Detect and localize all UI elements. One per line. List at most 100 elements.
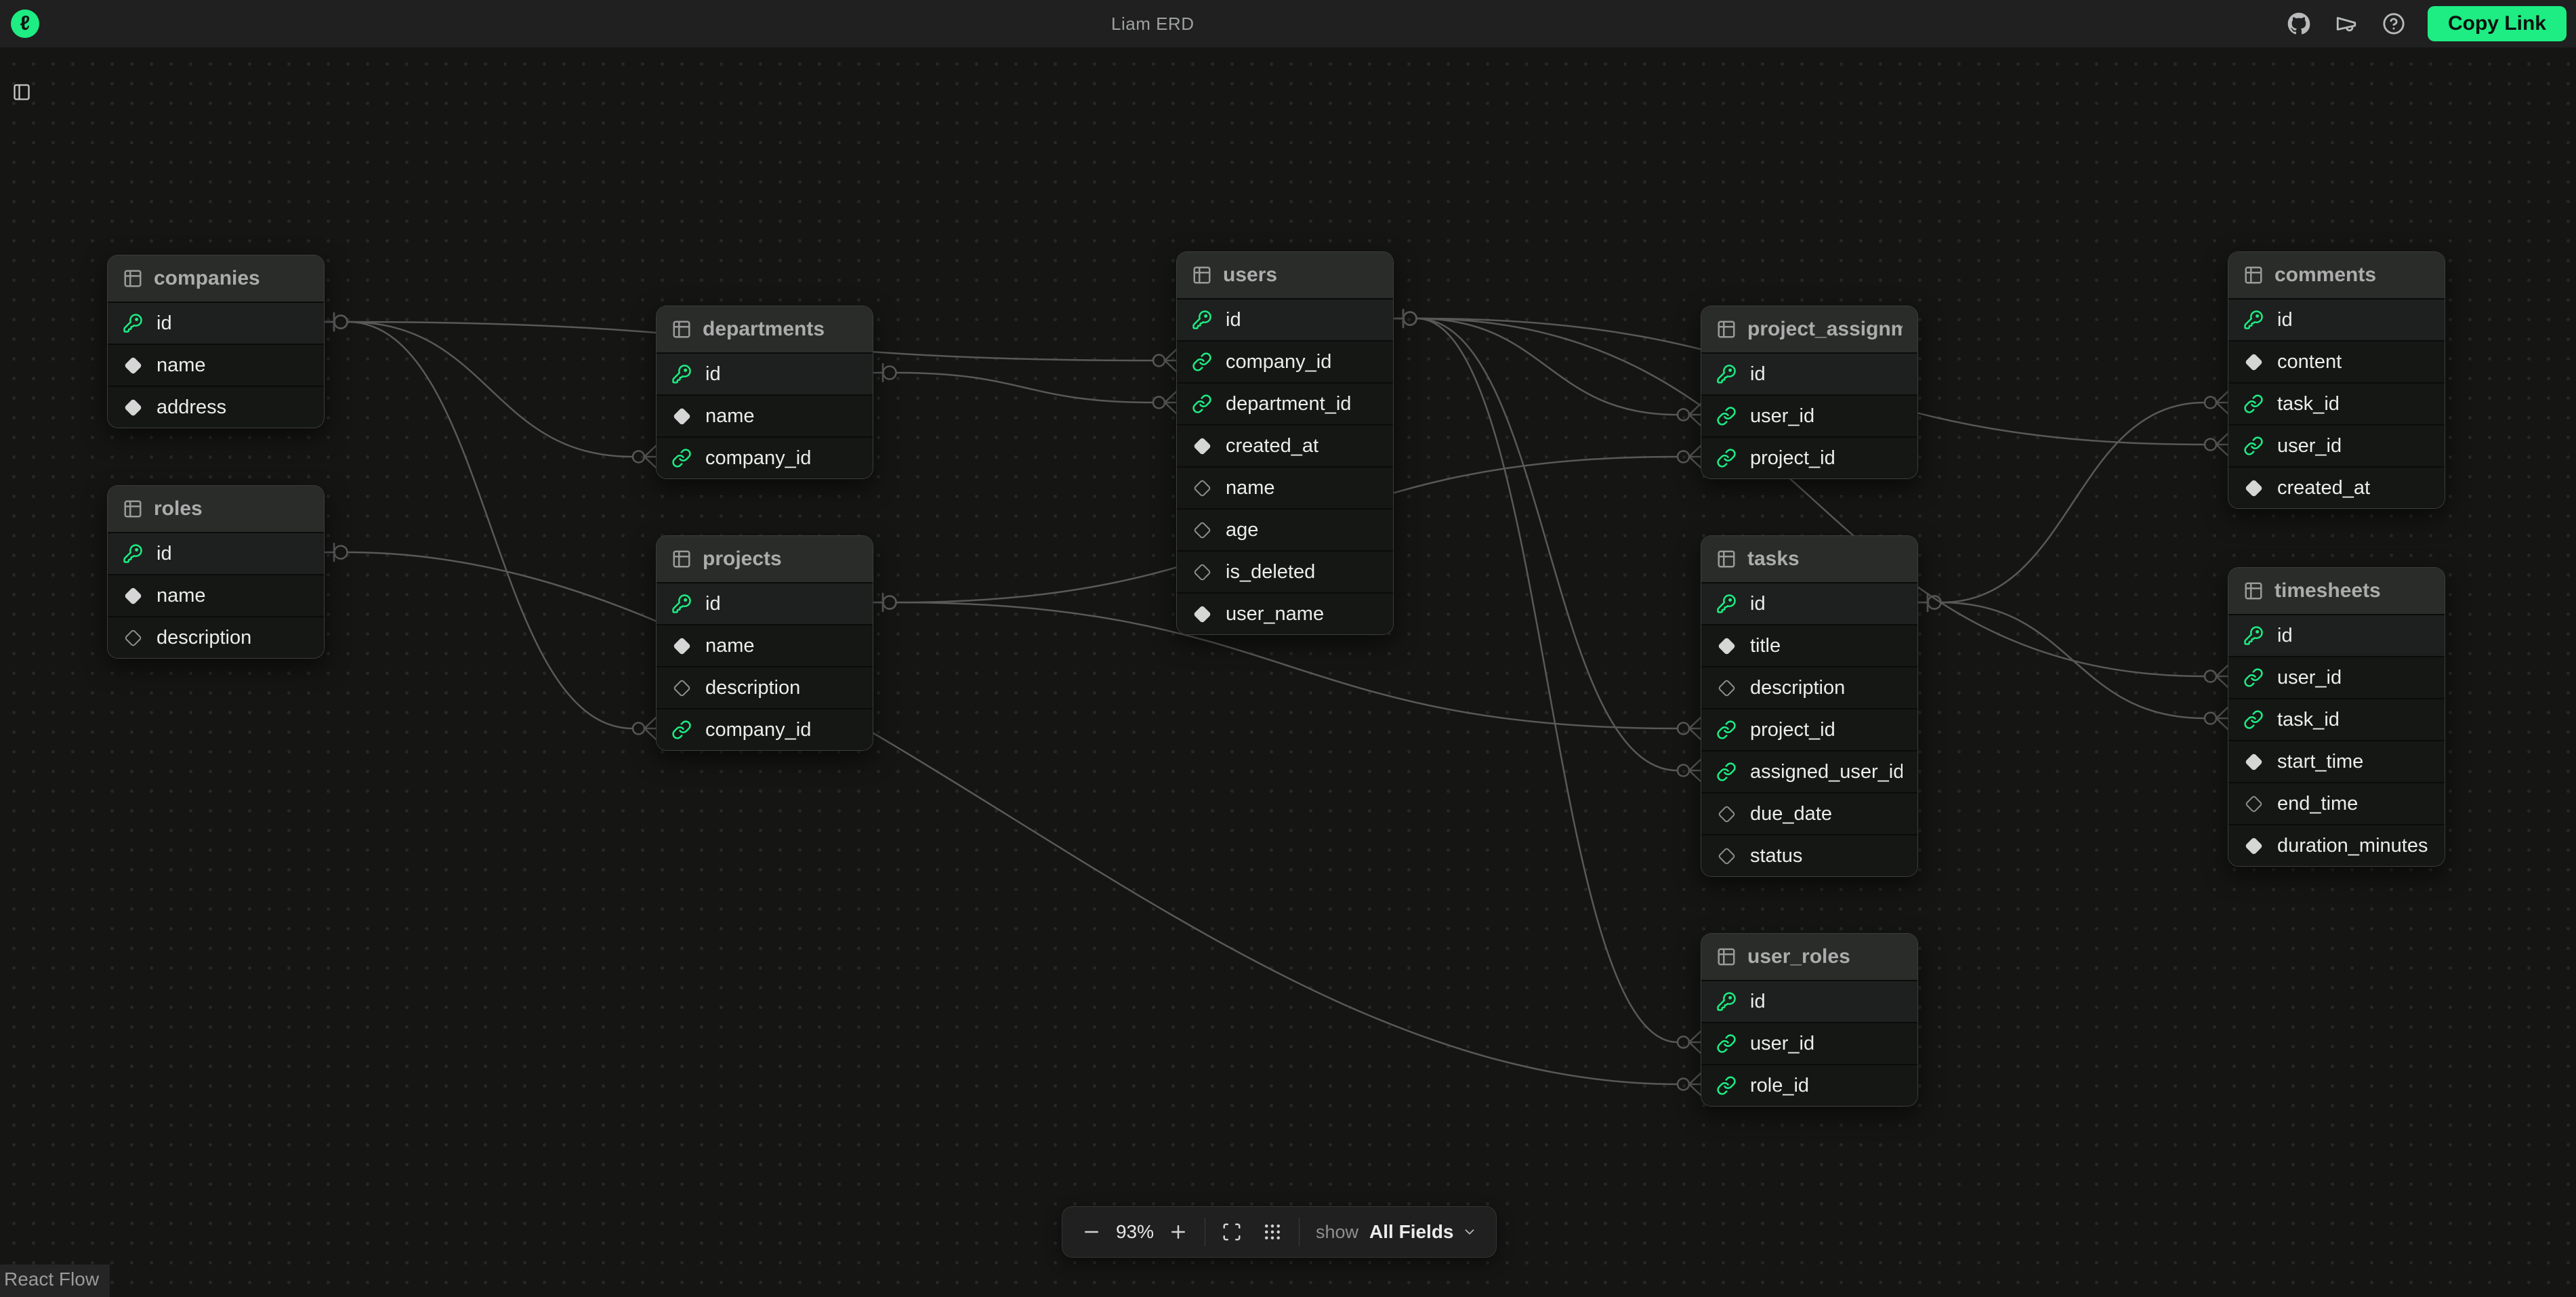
table-node-users[interactable]: usersid company_id department_idcreated_at… — [1176, 251, 1394, 635]
table-field-row[interactable]: id — [2228, 614, 2445, 656]
react-flow-attribution[interactable]: React Flow — [0, 1264, 110, 1297]
table-field-row[interactable]: name — [108, 574, 324, 616]
table-node-user_roles[interactable]: user_rolesiduser_idrole_id — [1701, 933, 1918, 1107]
sidebar-toggle-button[interactable] — [12, 83, 31, 104]
table-field-row[interactable]: id — [1701, 980, 1917, 1022]
table-field-row[interactable]: id — [108, 532, 324, 574]
table-field-row[interactable]: id — [657, 582, 873, 624]
table-header[interactable]: tasks — [1701, 536, 1917, 582]
table-field-row[interactable]: id — [1701, 582, 1917, 624]
table-field-row[interactable]: duration_minutes — [2228, 824, 2445, 866]
zoom-in-button[interactable] — [1168, 1222, 1188, 1242]
table-icon — [671, 319, 692, 339]
table-field-row[interactable]: description — [108, 616, 324, 658]
table-field-row[interactable]: project_id — [1701, 708, 1917, 750]
field-name: description — [157, 627, 251, 649]
table-field-row[interactable]: name — [1177, 466, 1393, 508]
table-field-row[interactable]: company_id — [1177, 340, 1393, 382]
table-field-row[interactable]: company_id — [657, 708, 873, 750]
table-field-row[interactable]: role_id — [1701, 1064, 1917, 1106]
field-name: start_time — [2277, 751, 2363, 773]
table-field-row[interactable]: description — [1701, 666, 1917, 708]
field-name: user_id — [2277, 435, 2342, 457]
table-field-row[interactable]: content — [2228, 340, 2445, 382]
page-title: Liam ERD — [1111, 0, 1194, 47]
table-header[interactable]: comments — [2228, 252, 2445, 298]
zoom-level: 93% — [1115, 1221, 1155, 1243]
table-header[interactable]: projects — [657, 536, 873, 582]
table-field-row[interactable]: user_id — [2228, 424, 2445, 466]
table-node-tasks[interactable]: tasks id titledescriptionproject_idassigne… — [1701, 535, 1918, 877]
field-name: id — [2277, 625, 2293, 647]
table-field-row[interactable]: age — [1177, 508, 1393, 550]
table-field-row[interactable]: task_id — [2228, 382, 2445, 424]
table-field-row[interactable]: description — [657, 666, 873, 708]
table-field-row[interactable]: start_time — [2228, 740, 2445, 782]
nullable-diamond-icon — [123, 627, 143, 648]
copy-link-button[interactable]: Copy Link — [2428, 6, 2567, 41]
field-name: id — [1750, 593, 1766, 615]
table-field-row[interactable]: department_id — [1177, 382, 1393, 424]
chevron-down-icon — [1462, 1224, 1477, 1239]
field-name: company_id — [1226, 351, 1331, 373]
zoom-out-button[interactable] — [1081, 1222, 1102, 1242]
table-field-row[interactable]: user_id — [2228, 656, 2445, 698]
table-node-companies[interactable]: companiesidnameaddress — [107, 255, 325, 428]
not-null-diamond-icon — [2243, 752, 2264, 772]
help-icon[interactable] — [2380, 10, 2407, 37]
table-field-row[interactable]: project_id — [1701, 436, 1917, 478]
table-node-roles[interactable]: rolesidname description — [107, 485, 325, 659]
table-field-row[interactable]: id — [2228, 298, 2445, 340]
table-field-row[interactable]: user_name — [1177, 592, 1393, 634]
fit-view-button[interactable] — [1222, 1222, 1242, 1242]
primary-key-icon — [123, 543, 143, 564]
table-node-projects[interactable]: projects id namedescriptioncompany_id — [656, 535, 873, 751]
table-header[interactable]: project_assignme... — [1701, 306, 1917, 352]
table-field-row[interactable]: id — [1177, 298, 1393, 340]
table-node-timesheets[interactable]: timesheets id user_id task_id start_time end_… — [2228, 567, 2445, 867]
table-field-row[interactable]: status — [1701, 834, 1917, 876]
table-field-row[interactable]: name — [657, 394, 873, 436]
table-field-row[interactable]: name — [657, 624, 873, 666]
table-header[interactable]: roles — [108, 486, 324, 532]
table-header[interactable]: user_roles — [1701, 934, 1917, 980]
primary-key-icon — [1716, 364, 1737, 384]
table-field-row[interactable]: id — [108, 302, 324, 344]
table-field-row[interactable]: is_deleted — [1177, 550, 1393, 592]
tidy-up-button[interactable] — [1262, 1222, 1283, 1242]
field-name: duration_minutes — [2277, 835, 2428, 857]
table-header[interactable]: timesheets — [2228, 568, 2445, 614]
table-node-comments[interactable]: commentsidcontenttask_id user_id created_a… — [2228, 251, 2445, 509]
primary-key-icon — [1192, 310, 1212, 330]
field-name: task_id — [2277, 709, 2340, 731]
table-field-row[interactable]: task_id — [2228, 698, 2445, 740]
table-field-row[interactable]: due_date — [1701, 792, 1917, 834]
table-field-row[interactable]: assigned_user_id — [1701, 750, 1917, 792]
table-field-row[interactable]: end_time — [2228, 782, 2445, 824]
toolbar-divider — [1299, 1218, 1300, 1246]
table-field-row[interactable]: created_at — [2228, 466, 2445, 508]
table-field-row[interactable]: name — [108, 344, 324, 386]
field-name: id — [705, 593, 721, 615]
table-field-row[interactable]: created_at — [1177, 424, 1393, 466]
table-title: tasks — [1747, 548, 1800, 571]
field-name: name — [705, 405, 755, 428]
table-field-row[interactable]: user_id — [1701, 394, 1917, 436]
primary-key-icon — [671, 594, 692, 614]
fields-filter-dropdown[interactable]: All Fields — [1369, 1221, 1476, 1243]
table-header[interactable]: companies — [108, 255, 324, 302]
table-header[interactable]: users — [1177, 252, 1393, 298]
table-node-project_assignme[interactable]: project_assignme...iduser_idproject_id — [1701, 306, 1918, 479]
table-field-row[interactable]: user_id — [1701, 1022, 1917, 1064]
table-node-departments[interactable]: departmentsid name company_id — [656, 306, 873, 479]
table-field-row[interactable]: company_id — [657, 436, 873, 478]
erd-canvas[interactable] — [0, 47, 2576, 1294]
github-icon[interactable] — [2285, 10, 2312, 37]
table-field-row[interactable]: title — [1701, 624, 1917, 666]
nullable-diamond-icon — [671, 678, 692, 698]
table-field-row[interactable]: id — [657, 352, 873, 394]
megaphone-icon[interactable] — [2333, 10, 2360, 37]
table-field-row[interactable]: id — [1701, 352, 1917, 394]
table-header[interactable]: departments — [657, 306, 873, 352]
table-field-row[interactable]: address — [108, 386, 324, 428]
